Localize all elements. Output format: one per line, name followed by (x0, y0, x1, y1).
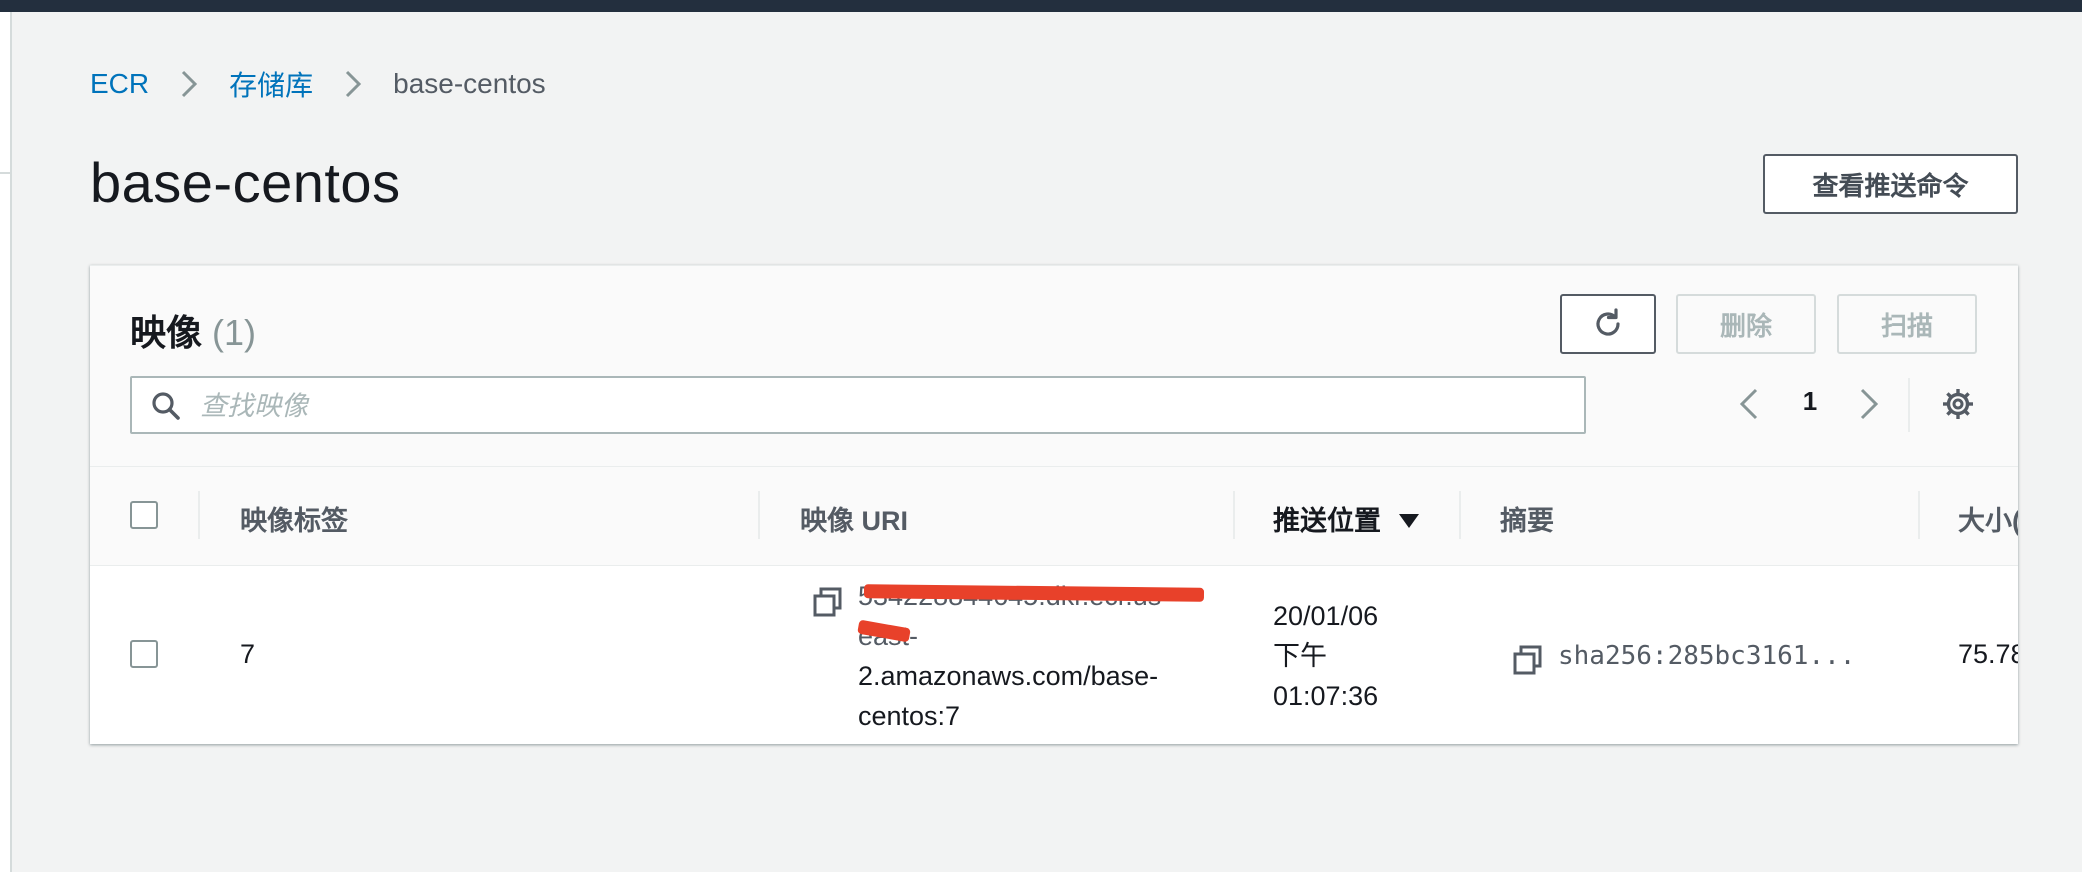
column-header-digest[interactable]: 摘要 (1500, 499, 1554, 538)
rail-divider (0, 172, 10, 174)
copy-icon[interactable] (812, 586, 844, 618)
images-title-label: 映像 (130, 312, 203, 353)
column-separator (1233, 491, 1235, 539)
image-tag-cell: 7 (240, 639, 256, 669)
breadcrumb: ECR 存储库 base-centos (90, 64, 546, 104)
table-row: 7 534228844645.dkr.ecr.us east- 2.amazon… (90, 566, 2018, 744)
refresh-icon (1596, 308, 1620, 336)
breadcrumb-ecr-link[interactable]: ECR (90, 68, 149, 100)
column-separator (1459, 491, 1461, 539)
column-header-image-tag[interactable]: 映像标签 (240, 499, 348, 538)
table-header: 映像标签 映像 URI 推送位置 摘要 大小( (90, 467, 2018, 566)
column-header-size[interactable]: 大小( (1958, 499, 2018, 538)
chevron-right-icon[interactable] (1848, 384, 1888, 424)
page-title: base-centos (90, 151, 401, 214)
column-separator (1918, 491, 1920, 539)
column-header-pushed-at-label: 推送位置 (1273, 506, 1381, 536)
column-header-size-clip: 大小( (1958, 467, 2018, 565)
images-panel-title: 映像 (1) (130, 304, 256, 356)
caret-down-icon (1398, 514, 1419, 528)
image-uri-line-4: centos:7 (858, 701, 961, 731)
images-count: (1) (212, 312, 257, 353)
row-select-checkbox[interactable] (130, 640, 158, 668)
search-box[interactable] (130, 376, 1586, 434)
images-panel-header: 映像 (1) 删除 扫描 1 (90, 266, 2018, 467)
chevron-left-icon[interactable] (1730, 384, 1770, 424)
size-cell: 75.78 (1958, 639, 2018, 669)
page-number[interactable]: 1 (1790, 386, 1830, 417)
select-all-checkbox[interactable] (130, 501, 158, 529)
pushed-at-date: 20/01/06 (1273, 601, 1379, 631)
pager-divider (1908, 378, 1910, 432)
pushed-at-period: 下午 (1273, 641, 1327, 671)
search-icon (152, 392, 180, 420)
digest-cell: sha256:285bc3161... (1558, 641, 1856, 671)
size-cell-clip: 75.78 (1958, 566, 2018, 744)
column-separator (198, 491, 200, 539)
gear-icon[interactable] (1938, 384, 1978, 424)
refresh-button[interactable] (1560, 294, 1656, 354)
image-uri-line-3: 2.amazonaws.com/base- (858, 661, 1159, 691)
column-separator (758, 491, 760, 539)
breadcrumb-current: base-centos (393, 68, 546, 99)
chevron-right-icon (182, 70, 198, 98)
column-header-image-uri[interactable]: 映像 URI (800, 499, 908, 538)
column-header-pushed-at[interactable]: 推送位置 (1273, 499, 1421, 538)
pushed-at-time: 01:07:36 (1273, 681, 1379, 711)
chevron-right-icon (346, 70, 362, 98)
delete-button[interactable]: 删除 (1676, 294, 1816, 354)
pushed-at-cell: 20/01/06 下午 01:07:36 (1273, 596, 1378, 716)
search-input[interactable] (198, 378, 1572, 434)
view-push-commands-button[interactable]: 查看推送命令 (1763, 154, 2018, 214)
top-navigation-bar (0, 0, 2082, 12)
copy-icon[interactable] (1512, 644, 1544, 676)
side-navigation-rail[interactable] (0, 12, 12, 872)
breadcrumb-repositories-link[interactable]: 存储库 (229, 64, 313, 104)
images-panel: 映像 (1) 删除 扫描 1 (90, 265, 2018, 744)
scan-button[interactable]: 扫描 (1837, 294, 1977, 354)
